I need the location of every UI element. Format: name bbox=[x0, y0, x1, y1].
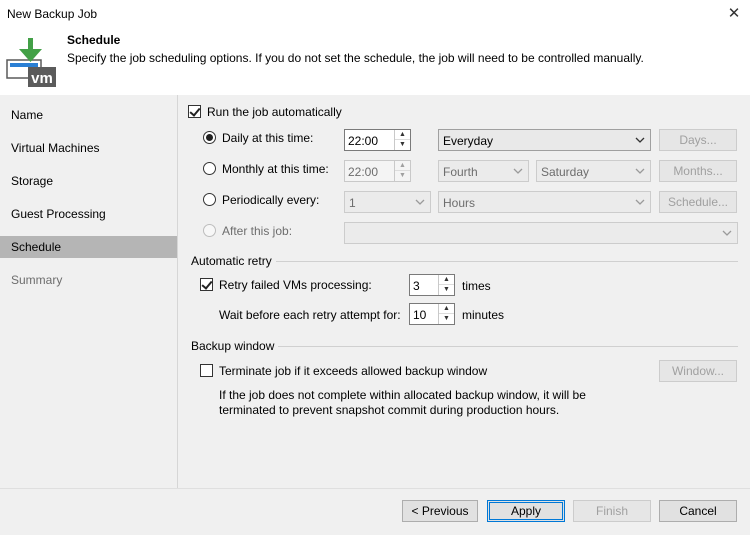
retry-wait-value: 10 bbox=[413, 308, 427, 322]
close-icon[interactable]: ✕ bbox=[722, 3, 746, 25]
title-bar: New Backup Job ✕ bbox=[0, 0, 750, 30]
schedule-button[interactable]: Schedule... bbox=[659, 191, 737, 213]
monthly-day-value: Saturday bbox=[541, 165, 590, 179]
svg-text:vm: vm bbox=[31, 70, 53, 87]
days-button[interactable]: Days... bbox=[659, 129, 737, 151]
window-button[interactable]: Window... bbox=[659, 360, 737, 382]
finish-button[interactable]: Finish bbox=[573, 500, 651, 522]
backup-window-divider bbox=[278, 346, 738, 347]
sidebar-item-schedule[interactable]: Schedule bbox=[0, 236, 177, 258]
sidebar-item-guest-processing[interactable]: Guest Processing bbox=[0, 203, 177, 225]
periodically-label: Periodically every: bbox=[222, 193, 320, 207]
chevron-down-icon bbox=[635, 199, 645, 205]
sidebar-item-label: Virtual Machines bbox=[11, 141, 100, 155]
sidebar-item-storage[interactable]: Storage bbox=[0, 170, 177, 192]
terminate-job-label: Terminate job if it exceeds allowed back… bbox=[219, 364, 488, 378]
wizard-header: vm Schedule Specify the job scheduling o… bbox=[0, 30, 750, 95]
chevron-down-icon bbox=[635, 137, 645, 143]
daily-label: Daily at this time: bbox=[222, 131, 314, 145]
months-button[interactable]: Months... bbox=[659, 160, 737, 182]
apply-button[interactable]: Apply bbox=[487, 500, 565, 522]
cancel-button[interactable]: Cancel bbox=[659, 500, 737, 522]
window-title: New Backup Job bbox=[7, 7, 98, 21]
monthly-week-value: Fourth bbox=[443, 165, 478, 179]
backup-window-note-line2: terminated to prevent snapshot commit du… bbox=[219, 403, 560, 417]
chevron-down-icon bbox=[635, 168, 645, 174]
monthly-time-value: 22:00 bbox=[348, 165, 379, 179]
automatic-retry-section-label: Automatic retry bbox=[191, 254, 272, 268]
schedule-panel: Run the job automatically Daily at this … bbox=[178, 95, 750, 488]
backup-window-section-label: Backup window bbox=[191, 339, 275, 353]
spin-up-icon[interactable]: ▲ bbox=[439, 304, 454, 314]
periodically-radio[interactable] bbox=[203, 193, 216, 206]
daily-time-spinner[interactable]: ▲ ▼ bbox=[394, 130, 410, 150]
sidebar-item-summary: Summary bbox=[0, 269, 177, 291]
retry-wait-input[interactable]: 10 ▲ ▼ bbox=[409, 303, 455, 325]
after-job-select[interactable] bbox=[344, 222, 738, 244]
monthly-time-input[interactable]: 22:00 ▲ ▼ bbox=[344, 160, 411, 182]
retry-failed-checkbox[interactable] bbox=[200, 278, 213, 291]
daily-time-value: 22:00 bbox=[348, 134, 379, 148]
chevron-down-icon bbox=[513, 168, 523, 174]
chevron-down-icon bbox=[722, 230, 732, 236]
daily-frequency-value: Everyday bbox=[443, 134, 494, 148]
after-job-label: After this job: bbox=[222, 224, 293, 238]
retry-count-input[interactable]: 3 ▲ ▼ bbox=[409, 274, 455, 296]
periodically-unit-value: Hours bbox=[443, 196, 476, 210]
spin-down-icon[interactable]: ▼ bbox=[395, 140, 410, 150]
vm-backup-logo-icon: vm bbox=[6, 38, 56, 87]
periodically-value: 1 bbox=[349, 196, 356, 210]
spin-up-icon[interactable]: ▲ bbox=[439, 275, 454, 285]
monthly-time-spinner[interactable]: ▲ ▼ bbox=[394, 161, 410, 181]
retry-wait-unit: minutes bbox=[462, 308, 505, 322]
wizard-steps-sidebar: Name Virtual Machines Storage Guest Proc… bbox=[0, 95, 178, 488]
retry-wait-label: Wait before each retry attempt for: bbox=[219, 308, 401, 322]
page-description: Specify the job scheduling options. If y… bbox=[67, 51, 644, 65]
retry-wait-spinner[interactable]: ▲ ▼ bbox=[438, 304, 454, 324]
run-automatically-checkbox[interactable] bbox=[188, 105, 201, 118]
sidebar-item-name[interactable]: Name bbox=[0, 104, 177, 126]
chevron-down-icon bbox=[415, 199, 425, 205]
run-automatically-label: Run the job automatically bbox=[207, 105, 342, 119]
spin-up-icon[interactable]: ▲ bbox=[395, 130, 410, 140]
sidebar-item-label: Guest Processing bbox=[11, 207, 106, 221]
retry-failed-label: Retry failed VMs processing: bbox=[219, 278, 372, 292]
sidebar-item-virtual-machines[interactable]: Virtual Machines bbox=[0, 137, 177, 159]
spin-up-icon[interactable]: ▲ bbox=[395, 161, 410, 171]
monthly-radio[interactable] bbox=[203, 162, 216, 175]
periodically-value-select[interactable]: 1 bbox=[344, 191, 431, 213]
monthly-day-select[interactable]: Saturday bbox=[536, 160, 651, 182]
automatic-retry-divider bbox=[276, 261, 738, 262]
terminate-job-checkbox[interactable] bbox=[200, 364, 213, 377]
retry-count-unit: times bbox=[462, 279, 491, 293]
spin-down-icon[interactable]: ▼ bbox=[439, 285, 454, 295]
spin-down-icon[interactable]: ▼ bbox=[439, 314, 454, 324]
sidebar-item-label: Name bbox=[11, 108, 44, 122]
page-title: Schedule bbox=[67, 33, 121, 47]
after-job-radio[interactable] bbox=[203, 224, 216, 237]
backup-window-note-line1: If the job does not complete within allo… bbox=[219, 388, 586, 402]
spin-down-icon[interactable]: ▼ bbox=[395, 171, 410, 181]
daily-time-input[interactable]: 22:00 ▲ ▼ bbox=[344, 129, 411, 151]
sidebar-item-label: Storage bbox=[11, 174, 54, 188]
wizard-footer: < Previous Apply Finish Cancel bbox=[0, 488, 750, 535]
monthly-label: Monthly at this time: bbox=[222, 162, 329, 176]
retry-count-value: 3 bbox=[413, 279, 420, 293]
daily-radio[interactable] bbox=[203, 131, 216, 144]
retry-count-spinner[interactable]: ▲ ▼ bbox=[438, 275, 454, 295]
sidebar-item-label: Schedule bbox=[11, 240, 62, 254]
daily-frequency-select[interactable]: Everyday bbox=[438, 129, 651, 151]
periodically-unit-select[interactable]: Hours bbox=[438, 191, 651, 213]
monthly-week-select[interactable]: Fourth bbox=[438, 160, 529, 182]
previous-button[interactable]: < Previous bbox=[402, 500, 478, 522]
sidebar-item-label: Summary bbox=[11, 273, 63, 287]
